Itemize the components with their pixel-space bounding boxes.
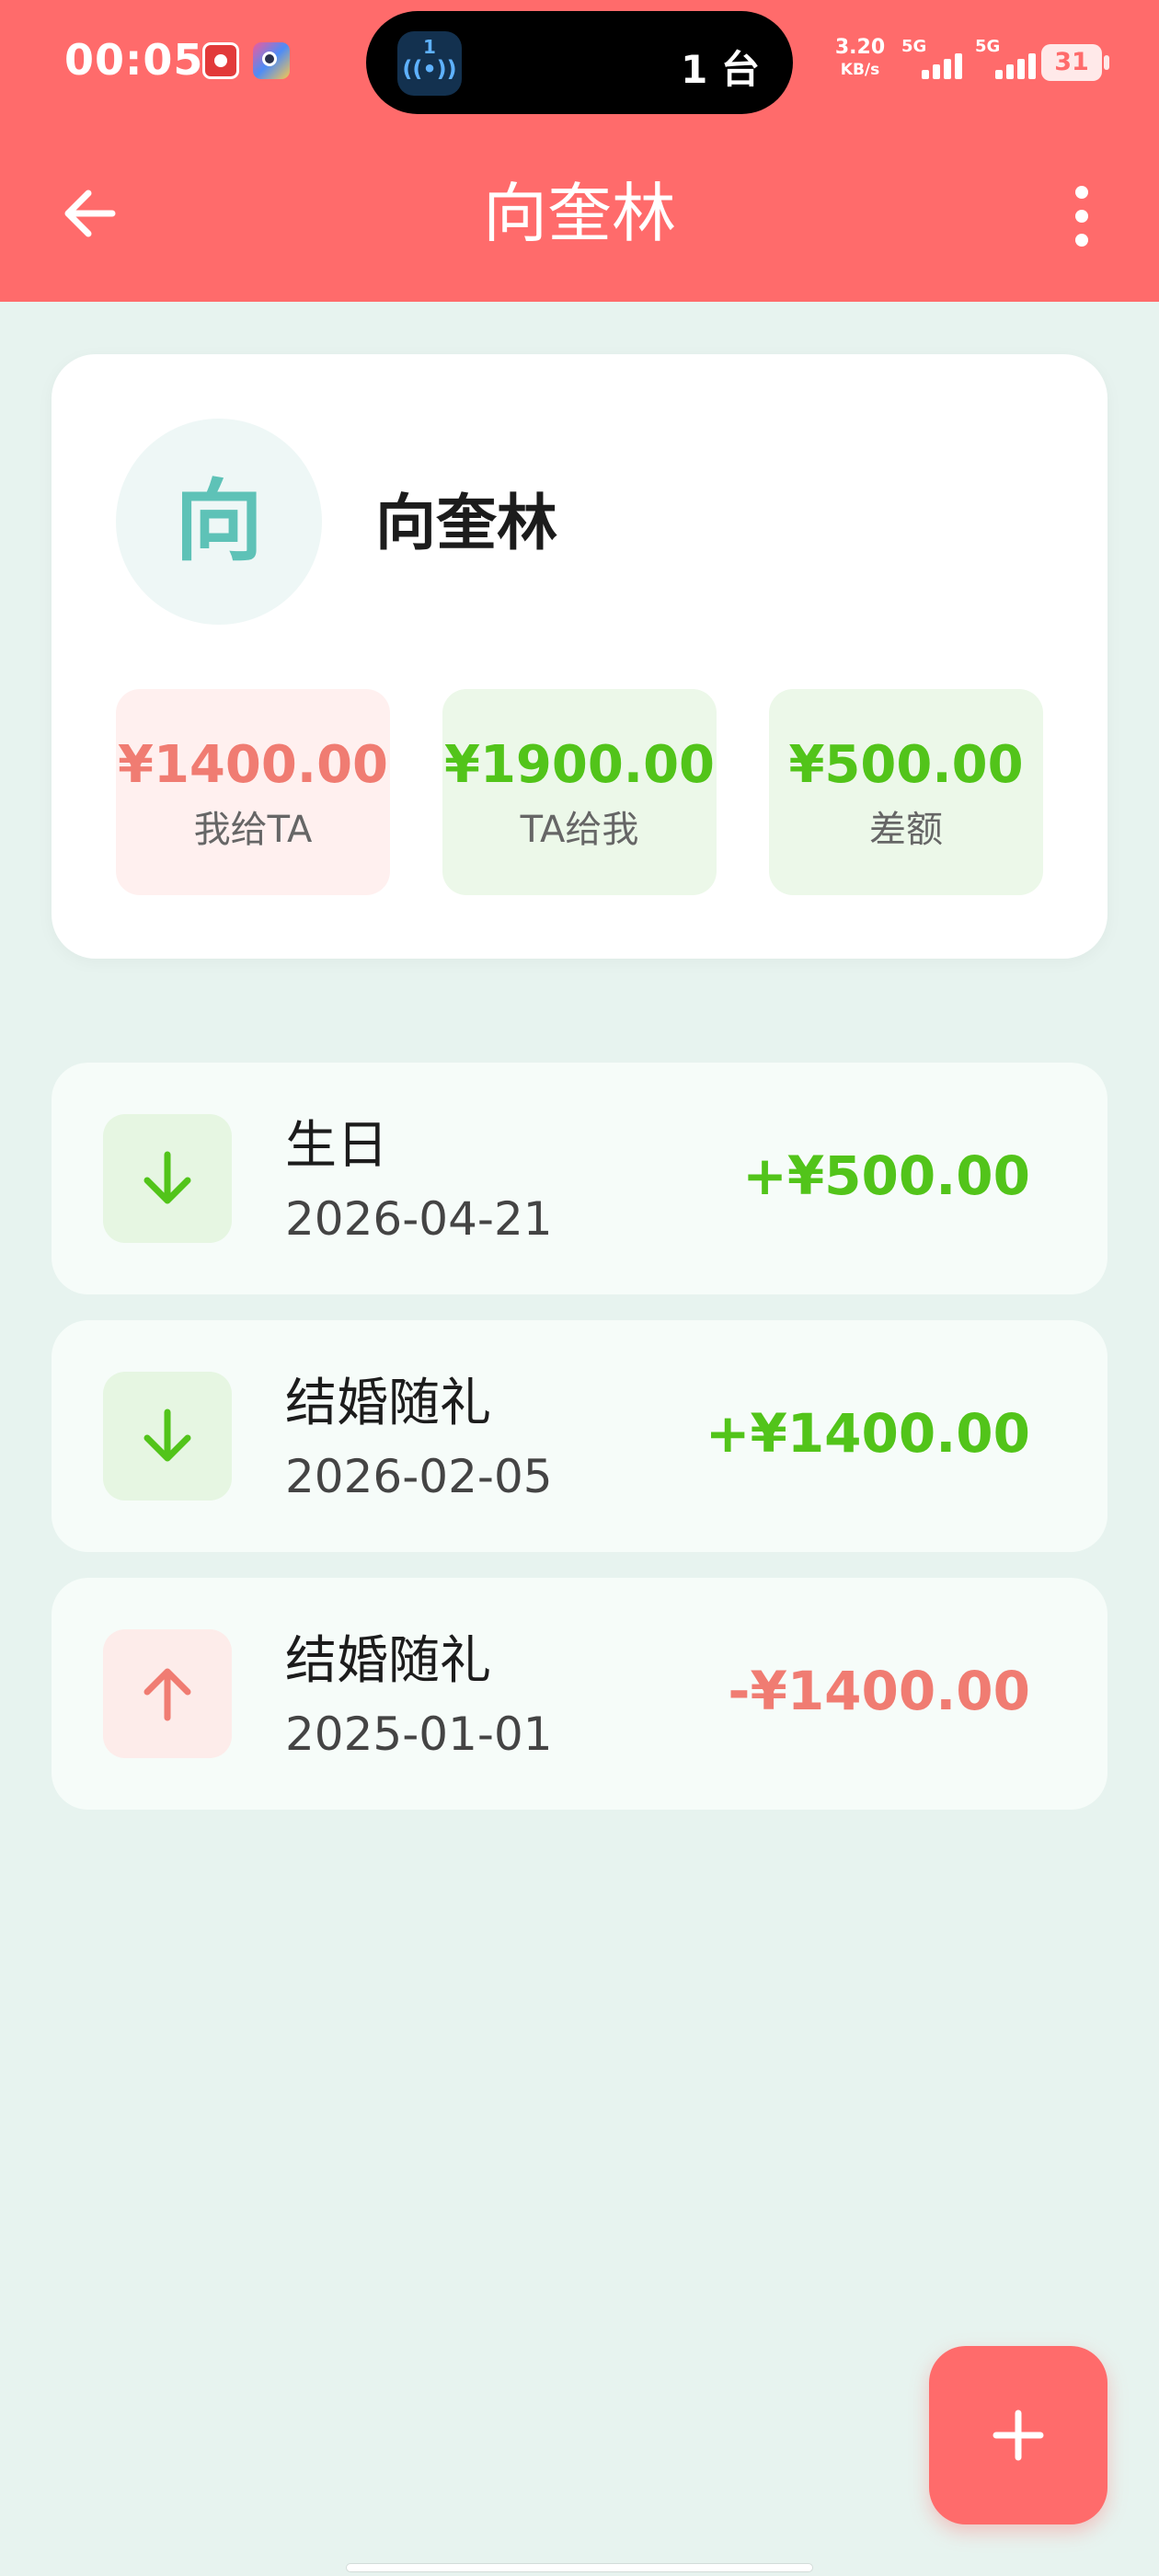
stat-given-label: 我给TA — [193, 809, 313, 851]
record-amount: +¥1400.00 — [705, 1402, 1030, 1465]
dynamic-island[interactable]: 1 ((•)) 1 台 — [366, 11, 793, 114]
netease-music-icon — [202, 42, 239, 79]
record-item[interactable]: 生日 2026-04-21 +¥500.00 — [52, 1063, 1107, 1294]
record-date: 2026-04-21 — [285, 1192, 553, 1246]
stat-given-value: ¥1400.00 — [117, 735, 389, 795]
add-record-button[interactable] — [929, 2346, 1107, 2524]
avatar: 向 — [116, 419, 322, 625]
income-icon-box — [103, 1114, 232, 1243]
expense-icon-box — [103, 1629, 232, 1758]
record-title: 结婚随礼 — [285, 1631, 491, 1691]
stat-difference: ¥500.00 差额 — [769, 689, 1043, 895]
page-title: 向奎林 — [483, 176, 676, 251]
camera-app-icon — [253, 42, 290, 79]
stat-received: ¥1900.00 TA给我 — [442, 689, 717, 895]
signal-5g-icon: 5G — [901, 37, 962, 83]
record-date: 2025-01-01 — [285, 1708, 553, 1761]
battery-tip — [1104, 55, 1109, 70]
record-date: 2026-02-05 — [285, 1450, 553, 1503]
income-icon-box — [103, 1372, 232, 1501]
stat-received-label: TA给我 — [520, 809, 639, 851]
contact-name: 向奎林 — [375, 488, 557, 558]
network-speed-unit: KB/s — [840, 61, 880, 79]
network-speed-value: 3.20 — [834, 36, 886, 59]
record-item[interactable]: 结婚随礼 2025-01-01 -¥1400.00 — [52, 1578, 1107, 1810]
battery-icon: 31 — [1041, 44, 1102, 81]
app-header: 00:05 1 ((•)) 1 台 3.20 KB/s 5G 5G 31 向奎林 — [0, 0, 1159, 302]
arrow-down-icon — [143, 1151, 191, 1204]
stat-given: ¥1400.00 我给TA — [116, 689, 390, 895]
wireless-broadcast-icon: 1 ((•)) — [397, 31, 462, 96]
status-time: 00:05 — [64, 35, 204, 85]
record-item[interactable]: 结婚随礼 2026-02-05 +¥1400.00 — [52, 1320, 1107, 1552]
record-amount: +¥500.00 — [742, 1144, 1030, 1207]
stat-received-value: ¥1900.00 — [443, 735, 716, 795]
plus-icon — [993, 2409, 1044, 2461]
home-indicator[interactable] — [346, 2563, 813, 2572]
arrow-up-icon — [143, 1668, 191, 1721]
more-button[interactable] — [1063, 178, 1100, 247]
signal-5g-icon-2: 5G — [975, 37, 1036, 83]
record-amount: -¥1400.00 — [728, 1660, 1030, 1722]
stat-difference-label: 差额 — [869, 809, 943, 851]
arrow-down-icon — [143, 1409, 191, 1462]
stat-difference-value: ¥500.00 — [788, 735, 1024, 795]
island-text: 1 台 — [681, 47, 760, 92]
island-badge: 1 — [423, 36, 436, 58]
record-title: 结婚随礼 — [285, 1374, 491, 1433]
profile-card: 向 向奎林 ¥1400.00 我给TA ¥1900.00 TA给我 ¥500.0… — [52, 354, 1107, 959]
network-speed: 3.20 KB/s — [828, 37, 892, 81]
more-vertical-icon — [1075, 186, 1088, 199]
record-title: 生日 — [285, 1116, 388, 1176]
